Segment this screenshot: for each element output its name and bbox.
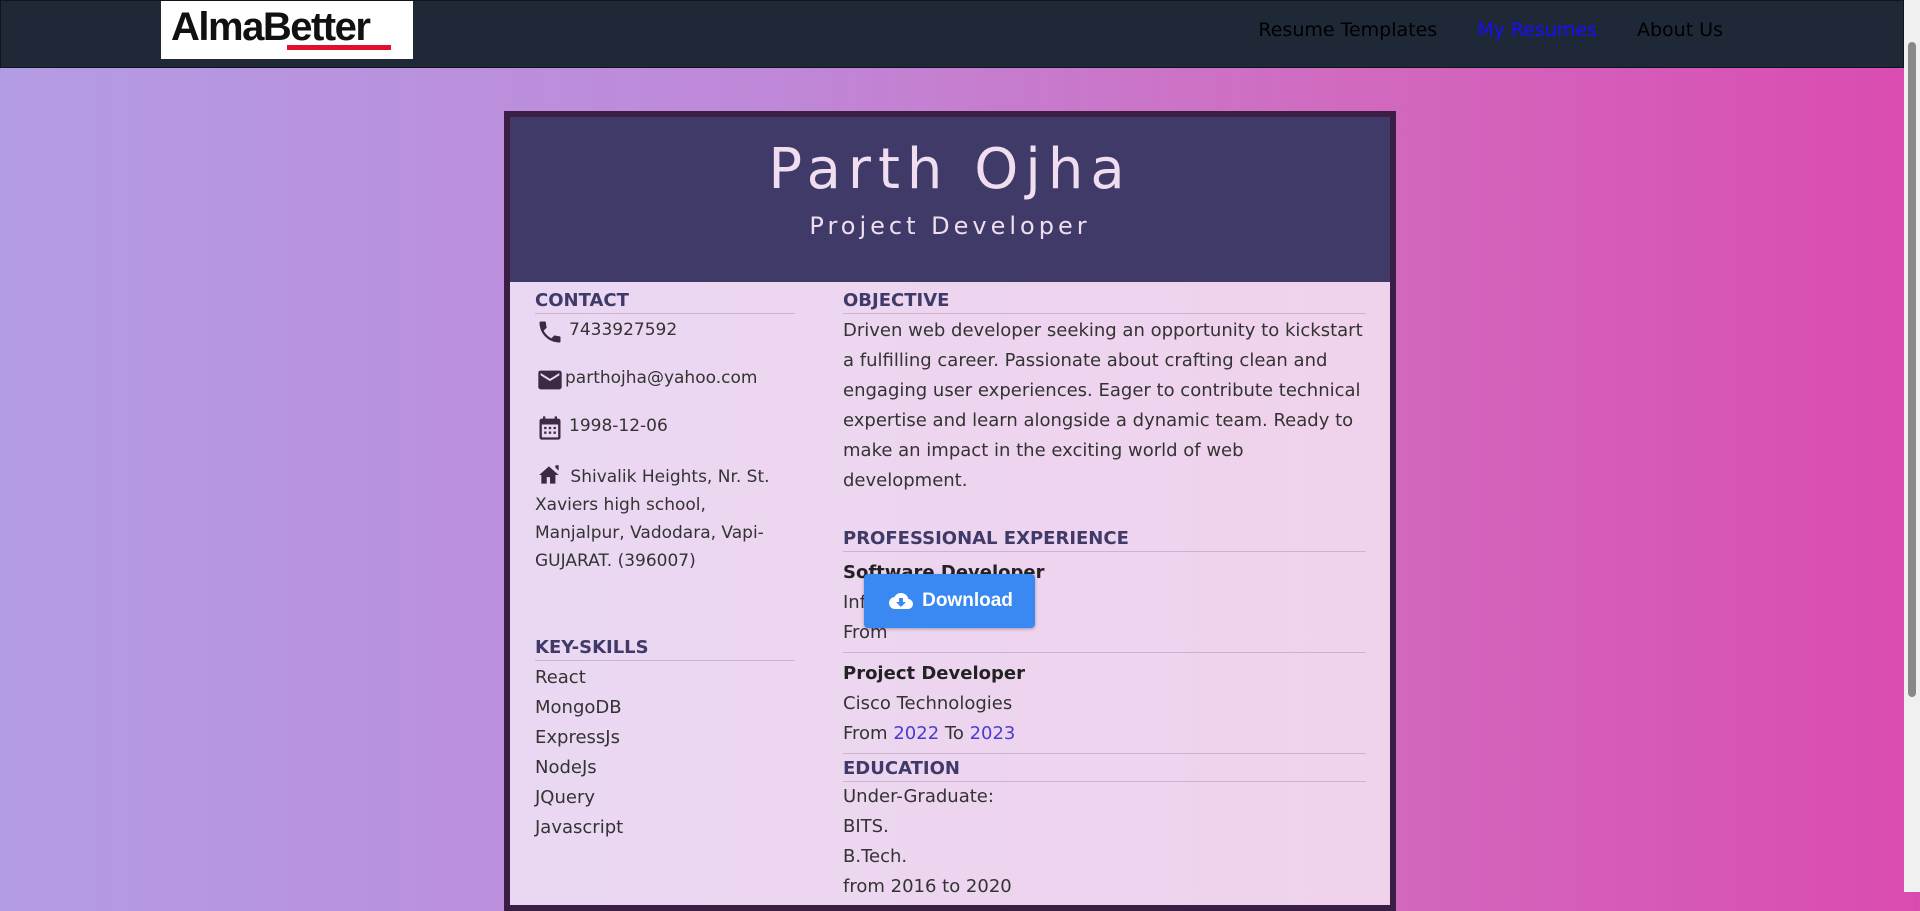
resume-job-title: Project Developer xyxy=(809,212,1091,240)
logo-underline xyxy=(287,45,391,50)
job-period: From 2022 To 2023 xyxy=(843,719,1366,749)
resume-card: Parth Ojha Project Developer CONTACT 743… xyxy=(504,111,1396,911)
date-of-birth: 1998-12-06 xyxy=(569,416,668,436)
education-heading: EDUCATION xyxy=(843,758,1366,782)
education-degree: B.Tech. xyxy=(843,846,908,867)
objective-text: Driven web developer seeking an opportun… xyxy=(843,320,1363,491)
resume-header: Parth Ojha Project Developer xyxy=(510,117,1390,282)
education-institute: BITS. xyxy=(843,816,889,837)
contact-phone: 7433927592 xyxy=(535,318,795,346)
resume-name: Parth Ojha xyxy=(768,137,1132,202)
nav-link-resume-templates[interactable]: Resume Templates xyxy=(1258,19,1437,41)
cloud-download-icon xyxy=(889,593,914,609)
email-address: parthojha@yahoo.com xyxy=(565,368,758,388)
skills-list: React MongoDB ExpressJs NodeJs JQuery Ja… xyxy=(535,663,795,843)
phone-number: 7433927592 xyxy=(569,320,678,340)
nav-link-my-resumes[interactable]: My Resumes xyxy=(1477,19,1597,41)
skill-item: ExpressJs xyxy=(535,727,620,748)
education-period: from 2016 to 2020 xyxy=(843,876,1012,897)
job-company: Cisco Technologies xyxy=(843,693,1013,714)
calendar-icon xyxy=(539,416,561,440)
job-entry: Project Developer Cisco Technologies Fro… xyxy=(843,659,1366,754)
contact-email: parthojha@yahoo.com xyxy=(535,366,795,394)
top-navbar: AlmaBetter Resume Templates My Resumes A… xyxy=(0,0,1904,68)
nav-links: Resume Templates My Resumes About Us xyxy=(1258,19,1723,41)
contact-dob: 1998-12-06 xyxy=(535,414,795,442)
skill-item: React xyxy=(535,667,586,688)
skill-item: JQuery xyxy=(535,787,596,808)
download-button[interactable]: Download xyxy=(864,574,1035,628)
experience-heading: PROFESSIONAL EXPERIENCE xyxy=(843,528,1366,552)
scrollbar-thumb[interactable] xyxy=(1908,42,1916,697)
skill-item: NodeJs xyxy=(535,757,597,778)
job-title: Project Developer xyxy=(843,663,1025,684)
objective-heading: OBJECTIVE xyxy=(843,290,1366,314)
from-label: From xyxy=(843,723,888,744)
education-details: Under-Graduate: BITS. B.Tech. from 2016 … xyxy=(843,782,1366,902)
key-skills-heading: KEY-SKILLS xyxy=(535,637,795,661)
contact-heading: CONTACT xyxy=(535,290,795,314)
to-year: 2023 xyxy=(969,723,1016,744)
education-level: Under-Graduate: xyxy=(843,786,994,807)
phone-icon xyxy=(539,321,561,343)
almabetter-logo[interactable]: AlmaBetter xyxy=(161,1,413,59)
mail-icon xyxy=(538,370,562,390)
nav-link-about-us[interactable]: About Us xyxy=(1637,19,1723,41)
address-text: Shivalik Heights, Nr. St. Xaviers high s… xyxy=(535,467,770,571)
download-label: Download xyxy=(922,590,1013,611)
logo-text: AlmaBetter xyxy=(171,5,371,49)
resume-left-column: CONTACT 7433927592 parthojha@yahoo.com 1… xyxy=(535,290,795,843)
page-scrollbar[interactable] xyxy=(1904,0,1920,892)
from-year: 2022 xyxy=(893,723,940,744)
skill-item: MongoDB xyxy=(535,697,622,718)
contact-address: Shivalik Heights, Nr. St. Xaviers high s… xyxy=(535,462,795,575)
to-label: To xyxy=(944,723,964,744)
home-icon xyxy=(539,465,559,484)
skill-item: Javascript xyxy=(535,817,624,838)
